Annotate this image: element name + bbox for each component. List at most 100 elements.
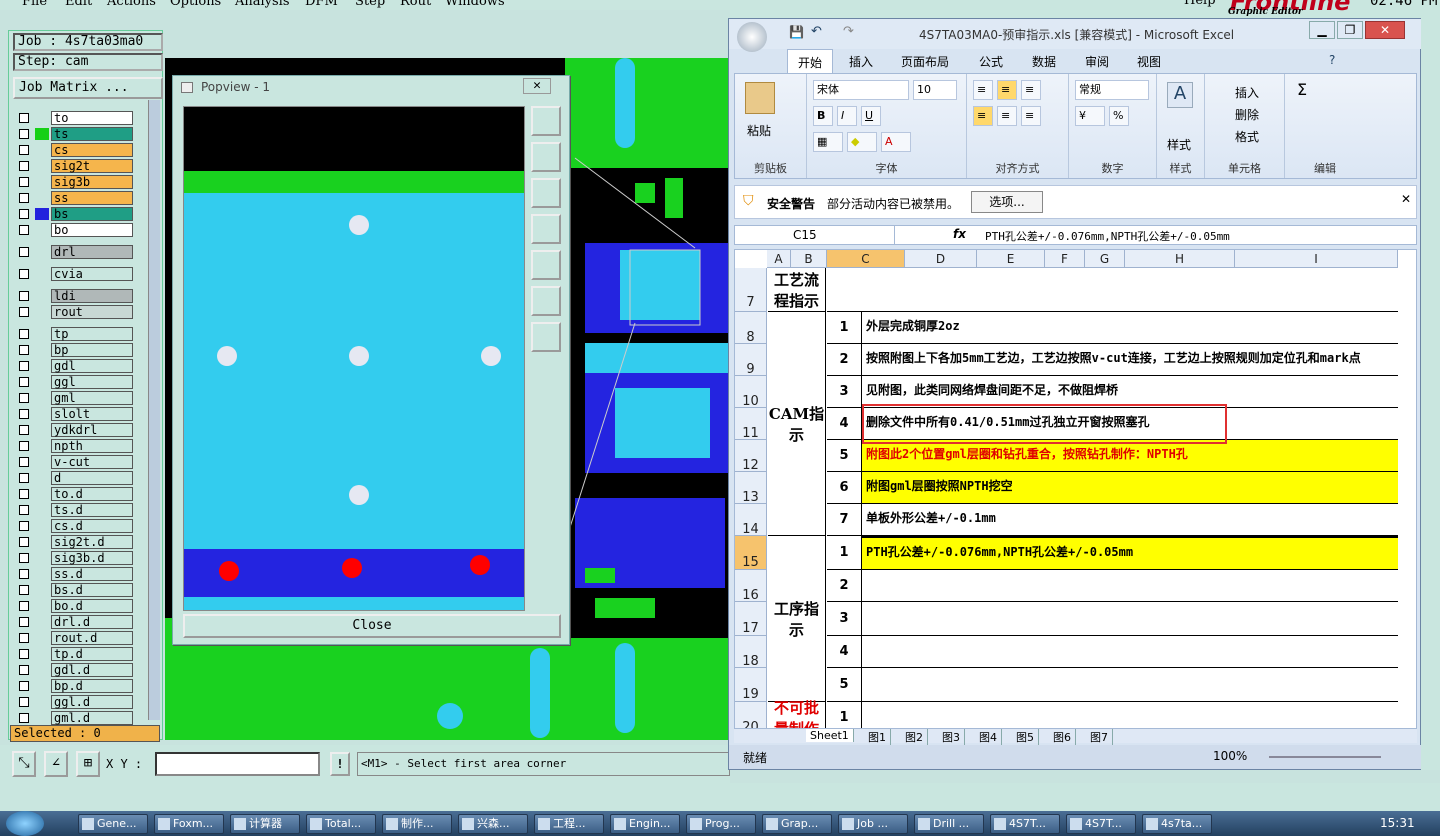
instruction-cell[interactable]: PTH孔公差+/-0.076mm,NPTH孔公差+/-0.05mm	[862, 536, 1398, 570]
layer-checkbox[interactable]	[19, 489, 29, 499]
layer-row[interactable]: bs.d	[15, 583, 135, 597]
popview-titlebar[interactable]: Popview - 1 ✕	[173, 76, 569, 98]
paste-button[interactable]: 粘贴	[747, 122, 771, 139]
underline-button[interactable]: U	[861, 106, 881, 126]
taskbar-item[interactable]: Engin...	[610, 814, 680, 834]
row-header[interactable]: 12	[735, 440, 767, 473]
row-header[interactable]: 16	[735, 570, 767, 603]
layer-row[interactable]: sig2t.d	[15, 535, 135, 549]
layer-checkbox[interactable]	[19, 473, 29, 483]
tab-view[interactable]: 视图	[1137, 53, 1161, 70]
align-bottom-icon[interactable]: ≡	[1021, 80, 1041, 100]
layer-row[interactable]: tp	[15, 327, 135, 341]
redo-icon[interactable]: ↷	[843, 24, 854, 39]
delete-cells-button[interactable]: 删除	[1235, 106, 1259, 123]
layer-row[interactable]: cs.d	[15, 519, 135, 533]
layer-row[interactable]: ts	[15, 127, 135, 141]
label-cam-instruction[interactable]: CAM指示	[768, 312, 826, 536]
taskbar-item[interactable]: Total...	[306, 814, 376, 834]
layer-checkbox[interactable]	[19, 521, 29, 531]
taskbar-item[interactable]: 制作...	[382, 814, 452, 834]
layer-list-scrollbar[interactable]	[148, 100, 160, 720]
layer-row[interactable]: drl.d	[15, 615, 135, 629]
undo-icon[interactable]: ↶	[811, 24, 822, 39]
item-number-cell[interactable]: 3	[827, 602, 862, 636]
layer-checkbox[interactable]	[19, 617, 29, 627]
item-number-cell[interactable]: 6	[827, 472, 862, 504]
menu-options[interactable]: Options	[170, 0, 221, 9]
insert-cells-button[interactable]: 插入	[1235, 84, 1259, 101]
label-process-flow[interactable]: 工艺流程指示	[768, 268, 826, 312]
row-header[interactable]: 10	[735, 376, 767, 409]
layer-row[interactable]: sig2t	[15, 159, 135, 173]
sheet-tab[interactable]: 图4	[975, 729, 1002, 745]
font-name-select[interactable]: 宋体	[813, 80, 909, 100]
layer-row[interactable]: rout.d	[15, 631, 135, 645]
row-header[interactable]: 18	[735, 636, 767, 669]
sheet-tab[interactable]: Sheet1	[806, 729, 854, 742]
taskbar-item[interactable]: Gene...	[78, 814, 148, 834]
angle-tool-icon[interactable]: ∠	[44, 751, 68, 777]
taskbar-item[interactable]: 计算器	[230, 814, 300, 834]
row-header[interactable]: 19	[735, 668, 767, 702]
layer-row[interactable]: sig3b	[15, 175, 135, 189]
taskbar-item[interactable]: 工程...	[534, 814, 604, 834]
layer-checkbox[interactable]	[19, 345, 29, 355]
layer-checkbox[interactable]	[19, 393, 29, 403]
layer-row[interactable]: to.d	[15, 487, 135, 501]
pan-right-button[interactable]	[531, 250, 561, 280]
popview-close-button[interactable]: Close	[183, 614, 561, 638]
worksheet[interactable]: A B C D E F G H I 7 8 1 外层完成铜厚2oz 9 2 按照附图上下各加5mm工艺边，工艺…	[734, 249, 1417, 729]
grid-tool-icon[interactable]: ⊞	[76, 751, 100, 777]
layer-checkbox[interactable]	[19, 601, 29, 611]
menu-actions[interactable]: Actions	[107, 0, 156, 9]
function-icon[interactable]: fx	[953, 227, 966, 241]
item-number-cell[interactable]: 1	[827, 536, 862, 570]
layer-checkbox[interactable]	[19, 269, 29, 279]
sheet-tab[interactable]: 图7	[1086, 729, 1113, 745]
row-header[interactable]: 9	[735, 344, 767, 377]
layer-row[interactable]: ggl.d	[15, 695, 135, 709]
zoom-out-button[interactable]	[531, 286, 561, 316]
styles-button[interactable]: 样式	[1167, 136, 1191, 153]
excel-close-icon[interactable]: ✕	[1365, 21, 1405, 39]
alert-button[interactable]: !	[330, 752, 350, 776]
formula-input[interactable]: PTH孔公差+/-0.076mm,NPTH孔公差+/-0.05mm	[985, 228, 1230, 244]
column-header[interactable]: G	[1085, 250, 1125, 268]
number-format-select[interactable]: 常规	[1075, 80, 1149, 100]
layer-checkbox[interactable]	[19, 329, 29, 339]
taskbar-item[interactable]: 兴森...	[458, 814, 528, 834]
layer-row[interactable]: gml.d	[15, 711, 135, 725]
layer-checkbox[interactable]	[19, 425, 29, 435]
layer-row[interactable]: cvia	[15, 267, 135, 281]
security-close-icon[interactable]: ✕	[1401, 192, 1411, 206]
row-header[interactable]: 15	[735, 536, 767, 570]
instruction-cell[interactable]	[862, 668, 1398, 702]
sheet-tab[interactable]: 图5	[1012, 729, 1039, 745]
paste-icon[interactable]	[745, 82, 775, 114]
align-left-icon[interactable]: ≡	[973, 106, 993, 126]
fill-color-icon[interactable]: ◆	[847, 132, 877, 152]
layer-checkbox[interactable]	[19, 409, 29, 419]
instruction-cell[interactable]: 单板外形公差+/-0.1mm	[862, 504, 1398, 536]
item-number-cell[interactable]: 5	[827, 440, 862, 472]
layer-row[interactable]: bo.d	[15, 599, 135, 613]
column-header[interactable]: D	[905, 250, 977, 268]
taskbar-item[interactable]: Foxm...	[154, 814, 224, 834]
layer-row[interactable]: bp.d	[15, 679, 135, 693]
layer-row[interactable]: slolt	[15, 407, 135, 421]
menu-dfm[interactable]: DFM	[305, 0, 338, 9]
taskbar-item[interactable]: 4s7ta...	[1142, 814, 1212, 834]
instruction-cell[interactable]	[862, 570, 1398, 602]
label-step-instruction[interactable]: 工序指示	[768, 536, 826, 702]
restore-icon[interactable]: ❐	[1337, 21, 1363, 39]
layer-checkbox[interactable]	[19, 569, 29, 579]
row-header[interactable]: 14	[735, 504, 767, 537]
start-button[interactable]	[6, 811, 44, 836]
layer-checkbox[interactable]	[19, 193, 29, 203]
layer-row[interactable]: sig3b.d	[15, 551, 135, 565]
align-middle-icon[interactable]: ≡	[997, 80, 1017, 100]
layer-row[interactable]: gdl	[15, 359, 135, 373]
tab-formulas[interactable]: 公式	[979, 53, 1003, 70]
menu-file[interactable]: File	[22, 0, 47, 9]
